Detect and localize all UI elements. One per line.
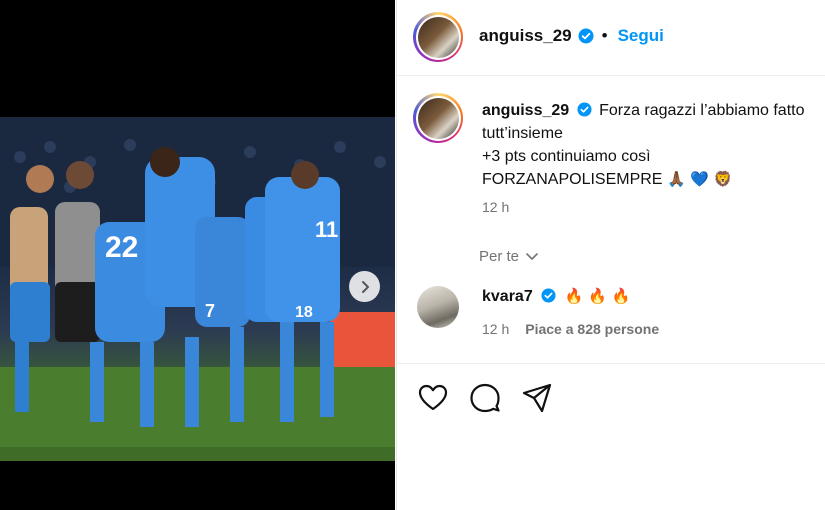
svg-text:7: 7 (205, 301, 215, 321)
caption-text-line-1: Forza ragazzi l’abbiamo fatto (599, 102, 805, 119)
post-media-pane: 22 7 11 18 (0, 0, 395, 510)
svg-text:11: 11 (315, 217, 338, 242)
heart-icon (418, 384, 448, 411)
team-celebration-image: 22 7 11 18 (0, 117, 395, 461)
svg-text:18: 18 (295, 304, 313, 321)
post-caption: anguiss_29 Forza ragazzi l’abbiamo fatto… (482, 99, 825, 191)
comment-timestamp[interactable]: 12 h (482, 321, 509, 337)
for-you-toggle[interactable]: Per te (479, 248, 539, 265)
post-header: anguiss_29 • Segui (397, 0, 825, 76)
verified-badge-icon (578, 28, 594, 44)
caption-author-avatar-image (417, 97, 459, 139)
chevron-right-icon (361, 280, 369, 293)
actions-divider (397, 363, 825, 364)
comment-likes[interactable]: Piace a 828 persone (525, 321, 659, 337)
commenter-avatar[interactable] (417, 286, 459, 328)
caption-text-line-3: +3 pts continuiamo così (482, 148, 651, 165)
caption-text-line-2: tutt’insieme (482, 125, 563, 142)
comment: kvara7 🔥 🔥 🔥 (482, 287, 630, 306)
caption-author-username[interactable]: anguiss_29 (482, 102, 569, 119)
share-button[interactable] (521, 382, 553, 414)
verified-badge-icon (541, 288, 556, 303)
caption-emojis: 🙏🏾 💙 🦁 (666, 170, 733, 188)
post-photo[interactable]: 22 7 11 18 (0, 117, 395, 461)
caption-timestamp[interactable]: 12 h (482, 199, 509, 215)
author-avatar-image (417, 16, 459, 58)
chevron-down-icon (526, 252, 538, 260)
separator-dot: • (601, 26, 608, 45)
comment-text: 🔥 🔥 🔥 (564, 287, 631, 305)
post-sidebar: anguiss_29 • Segui anguiss_29 Forza raga… (396, 0, 825, 510)
send-icon (522, 383, 552, 413)
author-avatar[interactable] (413, 12, 463, 62)
caption-text-line-4: FORZANAPOLISEMPRE (482, 171, 663, 188)
comment-icon (470, 383, 500, 413)
comment-button[interactable] (469, 382, 501, 414)
follow-button[interactable]: Segui (618, 26, 664, 46)
like-button[interactable] (417, 382, 449, 414)
commenter-username[interactable]: kvara7 (482, 288, 533, 305)
caption-author-avatar[interactable] (413, 93, 463, 143)
comment-meta: 12 h Piace a 828 persone (482, 321, 659, 337)
post-actions (417, 382, 553, 414)
svg-text:22: 22 (105, 231, 138, 264)
verified-badge-icon (577, 102, 592, 117)
author-username[interactable]: anguiss_29 (479, 26, 572, 46)
carousel-next-button[interactable] (349, 271, 380, 302)
for-you-label: Per te (479, 248, 520, 265)
